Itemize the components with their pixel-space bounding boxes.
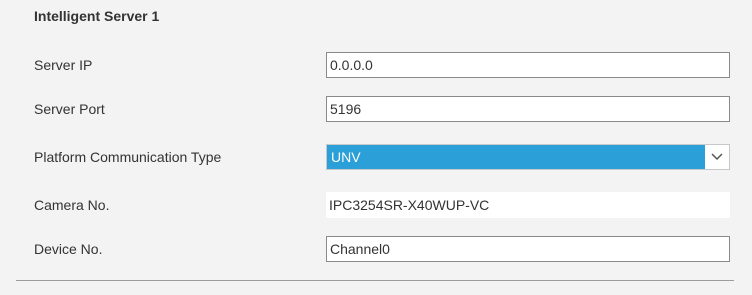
device-no-input[interactable] bbox=[326, 236, 730, 262]
server-ip-input[interactable] bbox=[326, 52, 730, 78]
device-no-row: Device No. bbox=[34, 236, 730, 262]
chevron-down-icon[interactable] bbox=[705, 145, 729, 169]
camera-no-row: Camera No. IPC3254SR-X40WUP-VC bbox=[34, 192, 730, 218]
section-divider bbox=[16, 280, 734, 281]
server-port-label: Server Port bbox=[34, 101, 105, 117]
server-port-row: Server Port bbox=[34, 96, 730, 122]
platform-type-select[interactable]: UNV bbox=[326, 144, 730, 170]
platform-type-label: Platform Communication Type bbox=[34, 149, 222, 165]
camera-no-label: Camera No. bbox=[34, 197, 110, 213]
server-ip-label: Server IP bbox=[34, 57, 93, 73]
server-port-input[interactable] bbox=[326, 96, 730, 122]
server-ip-row: Server IP bbox=[34, 52, 730, 78]
section-title: Intelligent Server 1 bbox=[34, 8, 160, 24]
platform-type-selected-value: UNV bbox=[327, 145, 705, 169]
device-no-label: Device No. bbox=[34, 241, 103, 257]
camera-no-value: IPC3254SR-X40WUP-VC bbox=[326, 192, 730, 218]
platform-type-row: Platform Communication Type UNV bbox=[34, 144, 730, 170]
